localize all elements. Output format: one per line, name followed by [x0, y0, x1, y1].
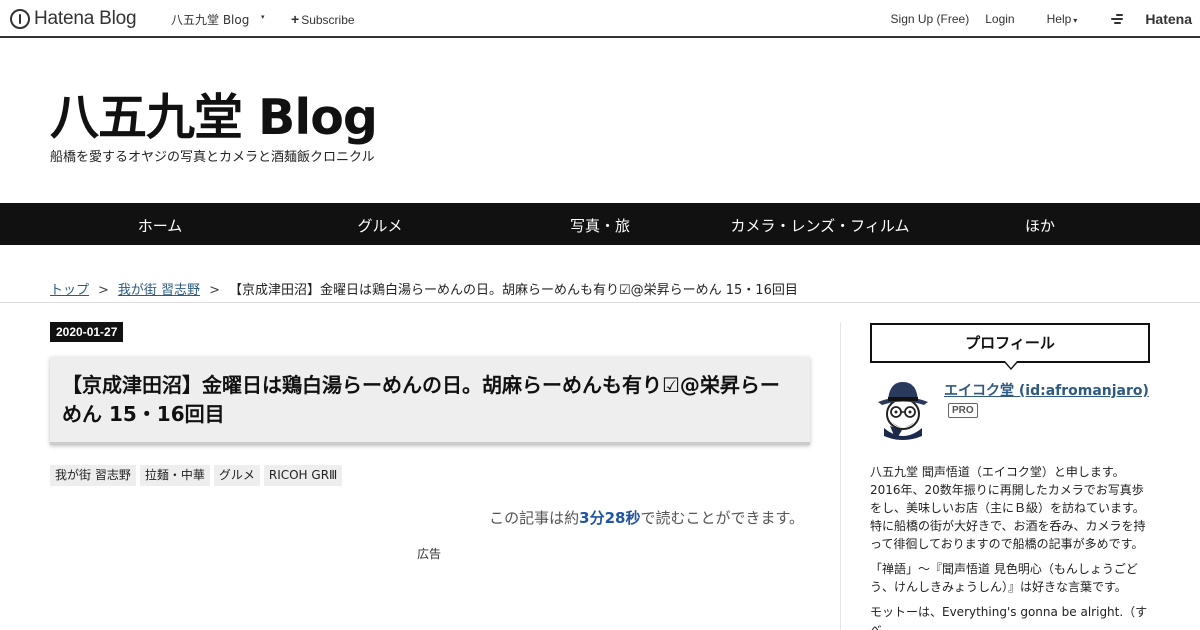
blog-description: 船橋を愛するオヤジの写真とカメラと酒麺飯クロニクル	[50, 150, 375, 165]
reading-time: この記事は約3分28秒で読むことができます。	[489, 507, 804, 528]
plus-icon: +	[291, 11, 300, 27]
nav-item-other[interactable]: ほか	[1025, 215, 1055, 236]
hatena-blog-logo-icon	[10, 9, 30, 29]
article-categories: 我が街 習志野 拉麺・中華 グルメ RICOH GRⅢ	[50, 465, 343, 486]
breadcrumb-separator: >	[209, 283, 220, 298]
breadcrumb-current: 【京成津田沼】金曜日は鶏白湯らーめんの日。胡麻らーめんも有り☑@栄昇らーめん 1…	[228, 283, 798, 298]
hatena-logo-icon	[1111, 14, 1125, 24]
breadcrumb-category[interactable]: 我が街 習志野	[118, 283, 200, 298]
signup-link[interactable]: Sign Up (Free)	[891, 12, 970, 26]
avatar[interactable]	[872, 378, 934, 442]
nav-item-home[interactable]: ホーム	[138, 215, 183, 236]
help-label: Help	[1046, 12, 1072, 26]
reading-time-suffix: で読むことができます。	[640, 509, 804, 527]
profile-heading: プロフィール	[870, 323, 1150, 363]
article-title-box: 【京成津田沼】金曜日は鶏白湯らーめんの日。胡麻らーめんも有り☑@栄昇らーめん 1…	[50, 357, 810, 445]
breadcrumb: トップ > 我が街 習志野 > 【京成津田沼】金曜日は鶏白湯らーめんの日。胡麻らーめんも…	[50, 279, 798, 298]
nav-item-gourmet[interactable]: グルメ	[357, 215, 402, 236]
chevron-down-icon: ▾	[1073, 16, 1078, 25]
hatena-logo[interactable]: Hatena	[1095, 11, 1192, 27]
breadcrumb-separator: >	[98, 283, 109, 298]
topbar-right: Sign Up (Free) Login Help ▾ Hatena	[875, 11, 1192, 27]
category-tag[interactable]: 我が街 習志野	[50, 465, 136, 486]
category-tag[interactable]: RICOH GRⅢ	[263, 465, 343, 486]
help-menu[interactable]: Help ▾	[1031, 12, 1078, 26]
subscribe-button[interactable]: + Subscribe	[291, 11, 355, 27]
global-nav: ホーム グルメ 写真・旅 カメラ・レンズ・フィルム ほか	[0, 203, 1200, 245]
profile-heading-pointer-inner	[1005, 361, 1017, 368]
breadcrumb-divider	[0, 302, 1200, 303]
profile-bio: 八五九堂 聞声悟道（エイコク堂）と申します。2016年、20数年振りに再開したカ…	[870, 463, 1152, 630]
reading-time-value: 3分28秒	[579, 509, 641, 527]
nav-item-camera[interactable]: カメラ・レンズ・フィルム	[730, 215, 909, 236]
blog-selector[interactable]: 八五九堂 Blog	[171, 11, 249, 28]
blog-title[interactable]: 八五九堂 Blog	[50, 78, 378, 149]
category-tag[interactable]: グルメ	[213, 465, 260, 486]
subscribe-label: Subscribe	[301, 13, 355, 27]
profile-bio-paragraph: 八五九堂 聞声悟道（エイコク堂）と申します。2016年、20数年振りに再開したカ…	[870, 465, 1146, 551]
login-link[interactable]: Login	[985, 12, 1014, 26]
article-date[interactable]: 2020-01-27	[50, 322, 124, 342]
article-title[interactable]: 【京成津田沼】金曜日は鶏白湯らーめんの日。胡麻らーめんも有り☑@栄昇らーめん 1…	[62, 371, 798, 429]
hatena-blog-logo[interactable]: Hatena Blog	[10, 7, 137, 31]
ad-label: 広告	[417, 547, 442, 561]
profile-bio-paragraph: 「禅語」～『聞声悟道 見色明心（もんしょうごどう、けんしきみょうしん）』は好きな…	[870, 562, 1138, 594]
category-tag[interactable]: 拉麺・中華	[139, 465, 210, 486]
reading-time-prefix: この記事は約	[489, 509, 580, 527]
hatena-logo-text: Hatena	[1145, 11, 1192, 27]
profile-bio-paragraph: モットーは、Everything's gonna be alright.（すべ	[870, 605, 1148, 630]
pro-badge[interactable]: PRO	[948, 403, 978, 418]
hatena-blog-logo-text: Hatena Blog	[34, 8, 137, 29]
nav-item-photo-travel[interactable]: 写真・旅	[570, 215, 630, 236]
chevron-down-icon[interactable]: ▾	[261, 13, 265, 21]
hatena-topbar: Hatena Blog 八五九堂 Blog ▾ + Subscribe Sign …	[0, 0, 1200, 38]
breadcrumb-top[interactable]: トップ	[50, 283, 89, 298]
sidebar-divider	[840, 322, 841, 630]
profile-user-link[interactable]: エイコク堂 (id:afromanjaro)	[944, 380, 1149, 400]
